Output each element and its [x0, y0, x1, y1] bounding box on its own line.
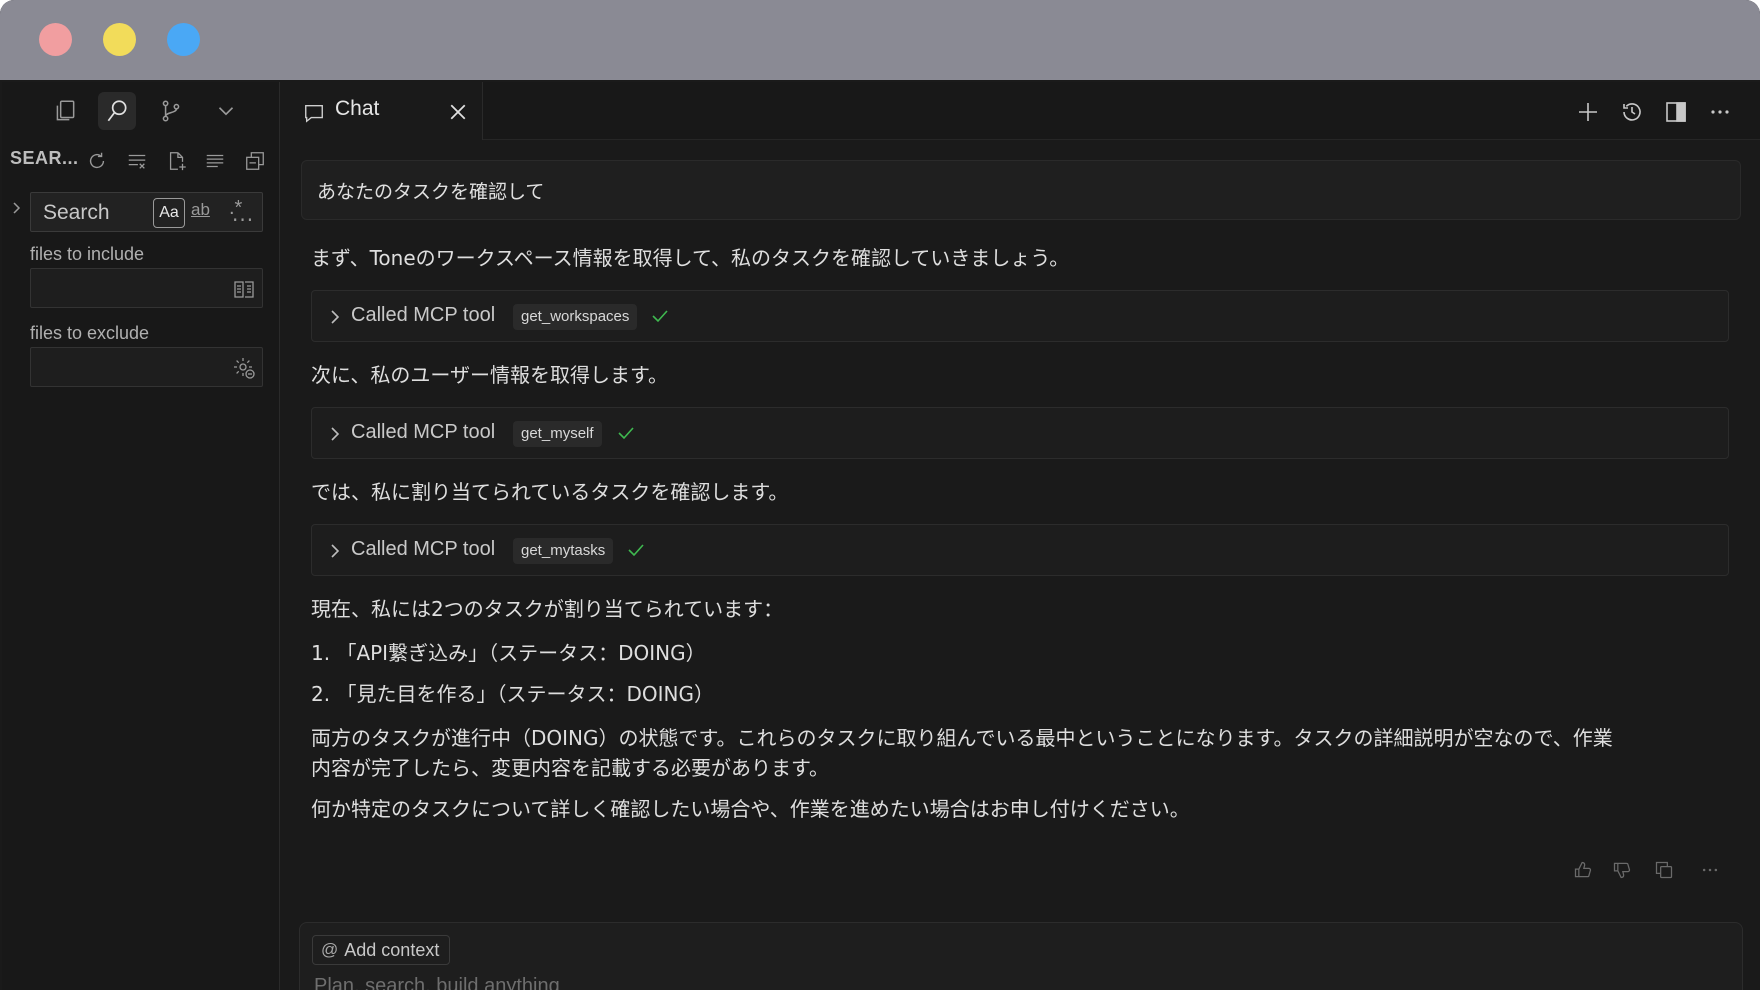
tool-call-card[interactable]: Called MCP tool get_myself	[311, 407, 1729, 459]
tool-name-chip: get_myself	[513, 421, 602, 447]
match-case-toggle[interactable]: Aa	[153, 198, 185, 228]
chevron-right-icon	[331, 310, 340, 324]
files-to-exclude-label: files to exclude	[30, 323, 150, 343]
clear-results-icon[interactable]	[124, 148, 150, 174]
plus-icon[interactable]	[1574, 98, 1602, 126]
minimize-window-button[interactable]	[103, 23, 136, 56]
new-search-editor-icon[interactable]	[164, 148, 190, 174]
assistant-text: では、私に割り当てられているタスクを確認します。	[311, 480, 789, 504]
assistant-text: 内容が完了したら、変更内容を記載する必要があります。	[311, 756, 829, 780]
view-as-tree-icon[interactable]	[202, 148, 228, 174]
task-list-item: 1. 「API繋ぎ込み」（ステータス：DOING）	[311, 641, 706, 665]
assistant-text: 次に、私のユーザー情報を取得します。	[311, 363, 668, 387]
search-input-placeholder: Search	[43, 201, 110, 224]
history-icon[interactable]	[1618, 98, 1646, 126]
files-icon[interactable]	[46, 92, 84, 130]
thumbs-down-icon[interactable]	[1610, 858, 1634, 882]
at-icon: @	[321, 940, 339, 959]
user-message[interactable]: あなたのタスクを確認して	[301, 160, 1741, 220]
task-list-item: 2. 「見た目を作る」（ステータス：DOING）	[311, 682, 714, 706]
files-to-include-input[interactable]	[30, 268, 263, 308]
tool-call-label: Called MCP tool	[351, 538, 496, 560]
assistant-text: まず、Toneのワークスペース情報を取得して、私のタスクを確認していきましょう。	[311, 246, 1070, 270]
assistant-text: 何か特定のタスクについて詳しく確認したい場合や、作業を進めたい場合はお申し付けく…	[311, 797, 1190, 821]
chat-icon	[305, 104, 323, 123]
whole-word-toggle[interactable]: ab	[191, 200, 210, 220]
maximize-window-button[interactable]	[167, 23, 200, 56]
refresh-icon[interactable]	[84, 148, 110, 174]
search-sidebar: SEAR... Search Aa ab .* ··· files to inc…	[2, 82, 280, 990]
add-context-label: Add context	[344, 939, 440, 960]
tab-chat[interactable]: Chat	[281, 82, 483, 140]
add-context-button[interactable]: @ Add context	[312, 935, 451, 965]
more-icon[interactable]	[1698, 858, 1722, 882]
assistant-text: 両方のタスクが進行中（DOING）の状態です。これらのタスクに取り組んでいる最中…	[311, 726, 1613, 750]
chevron-right-icon[interactable]	[8, 200, 24, 216]
copy-icon[interactable]	[1652, 858, 1676, 882]
assistant-text: 現在、私には2つのタスクが割り当てられています：	[311, 597, 784, 621]
user-message-text: あなたのタスクを確認して	[317, 181, 545, 203]
exclude-settings-icon[interactable]	[232, 356, 256, 380]
source-control-icon[interactable]	[152, 92, 190, 130]
files-to-exclude-input[interactable]	[30, 347, 263, 387]
book-icon[interactable]	[232, 277, 256, 301]
chevron-right-icon	[331, 427, 340, 441]
tool-call-label: Called MCP tool	[351, 421, 496, 443]
check-icon	[628, 544, 644, 557]
title-bar	[0, 0, 1760, 80]
files-to-include-label: files to include	[30, 244, 145, 264]
composer-input[interactable]: Plan, search, build anything	[314, 975, 560, 990]
split-panel-icon[interactable]	[1662, 98, 1690, 126]
chat-composer[interactable]: @ Add context Plan, search, build anythi…	[299, 922, 1743, 990]
app-window: SEAR... Search Aa ab .* ··· files to inc…	[0, 0, 1760, 990]
search-icon[interactable]	[98, 92, 136, 130]
chat-panel: Chat あなたのタスクを確認して まず、Toneのワークスペース情報を取得して…	[281, 82, 1760, 990]
close-window-button[interactable]	[39, 23, 72, 56]
tool-name-chip: get_mytasks	[513, 538, 614, 564]
toggle-search-details-button[interactable]: ···	[232, 208, 254, 232]
search-input[interactable]: Search Aa ab .*	[30, 192, 263, 232]
check-icon	[618, 427, 634, 440]
chevron-right-icon	[331, 544, 340, 558]
more-icon[interactable]	[1706, 98, 1734, 126]
thumbs-up-icon[interactable]	[1571, 858, 1595, 882]
chevron-down-icon[interactable]	[207, 92, 245, 130]
tab-bar: Chat	[281, 82, 1760, 140]
collapse-all-icon[interactable]	[242, 148, 268, 174]
tool-name-chip: get_workspaces	[513, 304, 638, 330]
close-icon[interactable]	[449, 103, 467, 121]
tool-call-label: Called MCP tool	[351, 304, 496, 326]
tool-call-card[interactable]: Called MCP tool get_mytasks	[311, 524, 1729, 576]
check-icon	[652, 310, 668, 323]
tab-label: Chat	[335, 97, 380, 120]
sidebar-title: SEAR...	[10, 148, 79, 168]
tool-call-card[interactable]: Called MCP tool get_workspaces	[311, 290, 1729, 342]
